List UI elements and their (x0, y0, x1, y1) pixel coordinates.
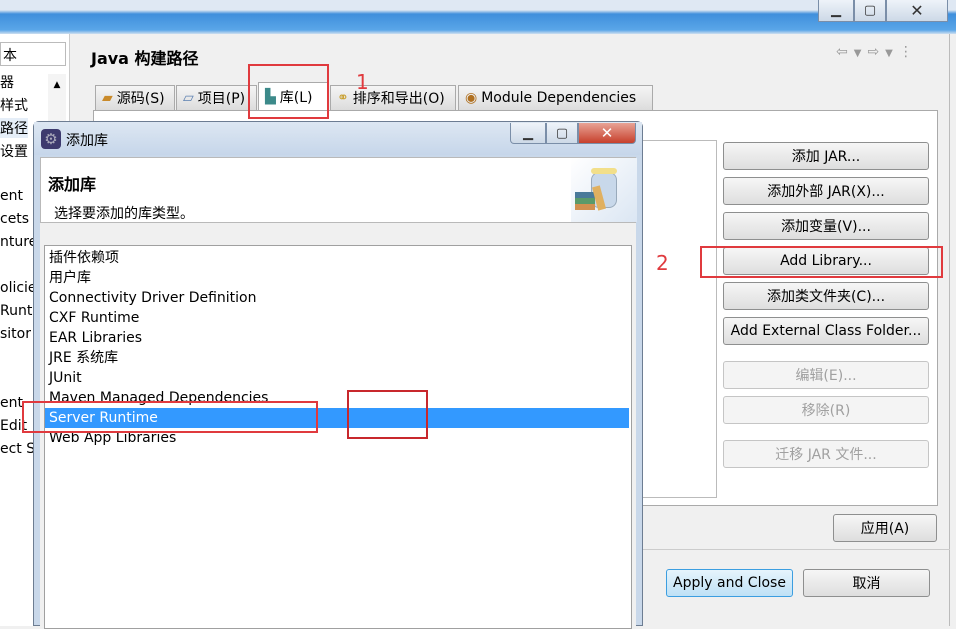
add-external-jar-button[interactable]: 添加外部 JAR(X)... (723, 177, 929, 205)
annotation-box-server-runtime (22, 401, 318, 433)
close-button[interactable]: ✕ (886, 0, 948, 22)
sidebar-item[interactable]: olicie (0, 280, 37, 296)
list-item[interactable]: JUnit (49, 368, 629, 388)
add-variable-button[interactable]: 添加变量(V)... (723, 212, 929, 240)
annotation-box-add-library (700, 246, 943, 278)
dialog-header: 添加库 选择要添加的库类型。 (40, 157, 637, 223)
sidebar-item[interactable]: sitor (0, 326, 31, 342)
forward-dropdown-icon[interactable]: ▼ (885, 48, 899, 59)
dialog-close-button[interactable]: ✕ (578, 123, 636, 144)
add-class-folder-button[interactable]: 添加类文件夹(C)... (723, 282, 929, 310)
annotation-step-2: 2 (656, 251, 669, 275)
dialog-header-subtitle: 选择要添加的库类型。 (54, 206, 194, 222)
sidebar-item[interactable]: Runt (0, 303, 32, 319)
page-title: Java 构建路径 (91, 49, 199, 68)
dialog-titlebar: ⚙ 添加库 ▁ ▢ ✕ (34, 122, 642, 155)
library-type-list[interactable]: 插件依赖项 用户库 Connectivity Driver Definition… (44, 245, 632, 629)
apply-button[interactable]: 应用(A) (833, 514, 937, 542)
sidebar-item[interactable]: nture (0, 234, 37, 250)
sidebar-item[interactable]: 器 (0, 72, 14, 92)
sidebar-item-selected[interactable]: 路径 (0, 118, 28, 138)
scroll-up-icon[interactable]: ▲ (48, 80, 66, 90)
dialog-header-title: 添加库 (48, 175, 97, 194)
apply-and-close-button[interactable]: Apply and Close (666, 569, 793, 597)
sidebar-item[interactable]: ent (0, 395, 23, 411)
list-item[interactable]: JRE 系统库 (49, 348, 629, 368)
order-export-icon: ⚭ (337, 90, 349, 106)
filter-input[interactable]: 本 (0, 42, 66, 66)
remove-button[interactable]: 移除(R) (723, 396, 929, 424)
edit-button[interactable]: 编辑(E)... (723, 361, 929, 389)
module-icon: ◉ (465, 90, 478, 106)
sidebar-item[interactable]: cets (0, 211, 29, 227)
annotation-box-selection (347, 390, 428, 439)
tab-module-dependencies[interactable]: ◉ Module Dependencies (458, 85, 653, 110)
annotation-box-libraries-tab (248, 64, 329, 119)
tab-projects[interactable]: ▱ 项目(P) (176, 85, 257, 110)
dialog-maximize-button[interactable]: ▢ (546, 123, 578, 144)
sidebar-item[interactable]: 设置 (0, 141, 28, 161)
source-folder-icon: ▰ (102, 90, 113, 106)
add-external-class-folder-button[interactable]: Add External Class Folder... (723, 317, 929, 345)
sidebar-item[interactable]: ent (0, 188, 23, 204)
annotation-step-1: 1 (356, 70, 369, 94)
library-jar-icon (571, 158, 637, 222)
minimize-button[interactable]: ▁ (818, 0, 854, 22)
list-item[interactable]: 插件依赖项 (49, 248, 629, 268)
add-library-dialog: ⚙ 添加库 ▁ ▢ ✕ 添加库 选择要添加的库类型。 插件依赖项 用户库 Con… (33, 121, 643, 629)
tab-label: Module Dependencies (481, 90, 637, 106)
dialog-minimize-button[interactable]: ▁ (510, 123, 546, 144)
sidebar-item[interactable]: 样式 (0, 95, 28, 115)
list-item[interactable]: 用户库 (49, 268, 629, 288)
maximize-button[interactable]: ▢ (854, 0, 886, 22)
background-window-titlebar (0, 0, 956, 34)
list-item[interactable]: CXF Runtime (49, 308, 629, 328)
dialog-title: 添加库 (66, 133, 108, 149)
migrate-jar-button[interactable]: 迁移 JAR 文件... (723, 440, 929, 468)
forward-arrow-icon[interactable]: ⇨ (867, 44, 885, 60)
list-item[interactable]: Connectivity Driver Definition (49, 288, 629, 308)
project-folder-icon: ▱ (183, 90, 194, 106)
gear-icon: ⚙ (41, 129, 61, 149)
cancel-button[interactable]: 取消 (803, 569, 930, 597)
back-arrow-icon[interactable]: ⇦ (836, 44, 854, 60)
tab-label: 源码(S) (116, 91, 165, 107)
back-dropdown-icon[interactable]: ▼ (854, 48, 868, 59)
tab-source[interactable]: ▰ 源码(S) (95, 85, 175, 110)
add-jar-button[interactable]: 添加 JAR... (723, 142, 929, 170)
history-nav: ⇦▼⇨▼⋮ (836, 44, 919, 60)
tab-label: 项目(P) (197, 91, 246, 107)
tab-order-export[interactable]: ⚭ 排序和导出(O) (330, 85, 456, 110)
menu-icon[interactable]: ⋮ (899, 44, 919, 60)
list-item[interactable]: EAR Libraries (49, 328, 629, 348)
